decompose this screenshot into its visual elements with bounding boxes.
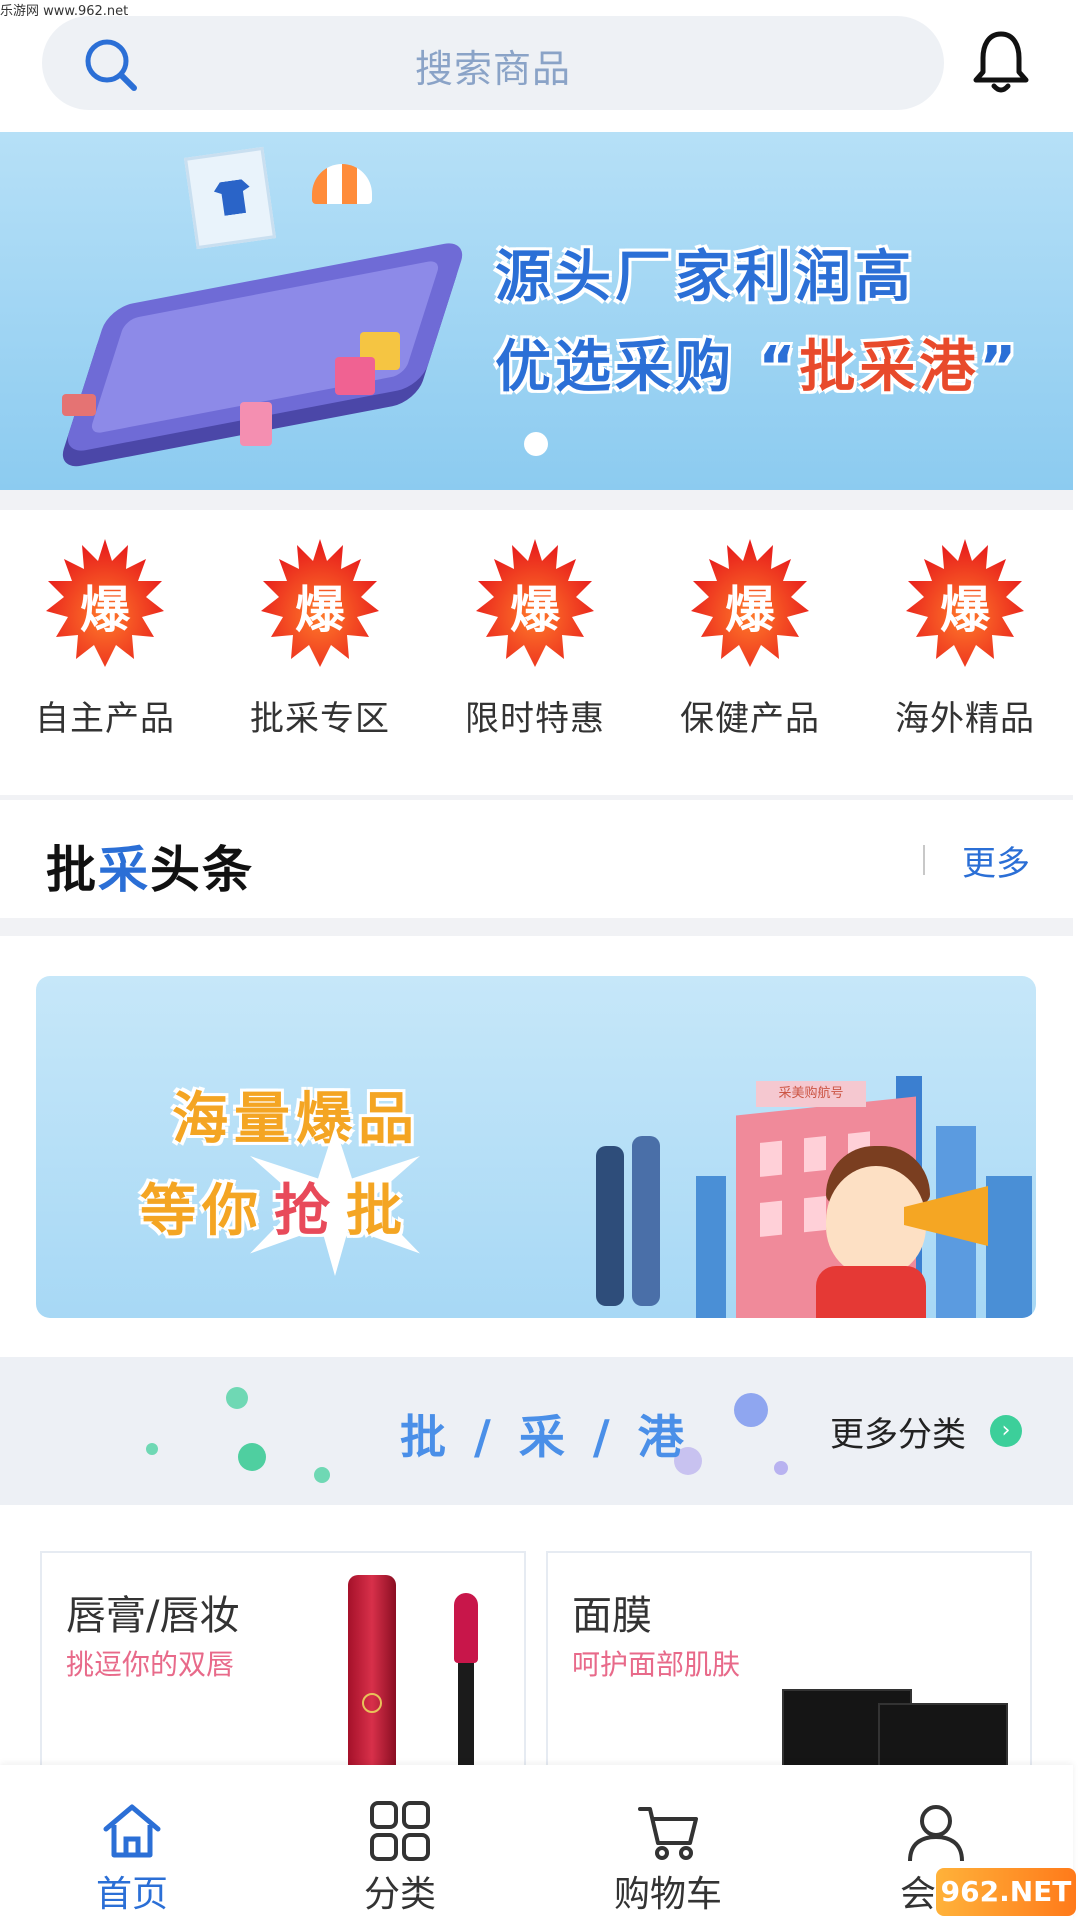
promo-banner-carousel[interactable]: 源头厂家利润高 优选采购 “批采港” — [0, 132, 1073, 490]
tab-label: 购物车 — [613, 1874, 722, 1915]
lip-gloss-tip — [454, 1593, 478, 1663]
banner2-text-part: 批 — [346, 1179, 408, 1244]
category-label: 自主产品 — [35, 699, 175, 739]
news-more-link[interactable]: 更多 — [962, 836, 1030, 885]
category-label: 限时特惠 — [465, 699, 605, 739]
category-item-wholesale-zone[interactable]: 爆 批采专区 — [235, 535, 405, 740]
svg-text:爆: 爆 — [725, 581, 776, 639]
svg-text:爆: 爆 — [940, 581, 991, 639]
tab-home[interactable]: 首页 — [32, 1765, 232, 1920]
home-icon — [103, 1804, 161, 1858]
carousel-indicator-dot[interactable] — [524, 432, 548, 456]
gift-box-graphic — [62, 394, 96, 416]
category-label: 海外精品 — [895, 699, 1035, 739]
product-card-face-mask[interactable]: 面膜 呵护面部肌肤 — [546, 1551, 1032, 1791]
hot-burst-icon: 爆 — [472, 535, 598, 673]
category-row: 爆 自主产品 爆 批采专区 爆 限时特惠 爆 保健产品 爆 海外精品 — [0, 510, 1073, 795]
shopper-figure — [632, 1136, 660, 1306]
svg-text:爆: 爆 — [510, 581, 561, 639]
product-card-subtitle: 挑逗你的双唇 — [66, 1648, 235, 1681]
decor-bubble — [774, 1461, 788, 1475]
category-item-health-products[interactable]: 爆 保健产品 — [665, 535, 835, 740]
banner-headline-2-prefix: 优选采购 “ — [495, 335, 800, 400]
watermark-text: 乐游网 www.962.net — [0, 4, 129, 19]
category-item-own-products[interactable]: 爆 自主产品 — [20, 535, 190, 740]
product-card-lipstick[interactable]: 唇膏/唇妆 挑逗你的双唇 — [40, 1551, 526, 1791]
top-header: 搜索商品 — [0, 0, 1080, 130]
banner-brand-highlight: 批采港 — [799, 335, 980, 400]
grid-icon — [370, 1801, 430, 1861]
hot-burst-icon: 爆 — [257, 535, 383, 673]
mascot-body — [816, 1266, 926, 1318]
divider-bar — [923, 845, 925, 875]
hot-burst-icon: 爆 — [42, 535, 168, 673]
brand-category-header: 批 / 采 / 港 更多分类 › — [0, 1357, 1073, 1505]
store-sign: 采美购航号 — [756, 1081, 866, 1107]
building-graphic — [696, 1176, 726, 1318]
category-item-overseas-goods[interactable]: 爆 海外精品 — [880, 535, 1050, 740]
banner-headline-2-suffix: ” — [979, 335, 1021, 400]
watermark-logo: 962.NET — [936, 1868, 1076, 1916]
search-bar[interactable]: 搜索商品 — [42, 16, 944, 110]
tab-label: 首页 — [95, 1874, 168, 1915]
svg-text:爆: 爆 — [295, 581, 346, 639]
user-icon — [908, 1805, 964, 1862]
cart-icon — [638, 1807, 698, 1860]
title-part: 批 — [46, 841, 98, 899]
gift-box-graphic — [240, 402, 272, 446]
shopper-figure — [596, 1146, 624, 1306]
gift-box-graphic — [335, 357, 375, 395]
product-category-cards: 唇膏/唇妆 挑逗你的双唇 面膜 呵护面部肌肤 — [0, 1505, 1073, 1791]
banner2-text-highlight: 抢 — [274, 1179, 336, 1244]
decor-bubble — [146, 1443, 158, 1455]
title-part-highlight: 采 — [98, 841, 150, 899]
hot-products-banner[interactable]: 采美购航号 海量爆品 等你抢批 — [36, 976, 1036, 1318]
category-label: 批采专区 — [250, 699, 390, 739]
banner2-text-part: 等你 — [140, 1179, 264, 1244]
chevron-right-icon[interactable]: › — [990, 1415, 1022, 1447]
section-divider — [0, 918, 1073, 936]
tab-cart[interactable]: 购物车 — [568, 1765, 768, 1920]
banner-headline-2: 优选采购 “批采港” — [495, 322, 1055, 403]
parachute-graphic — [312, 164, 372, 204]
product-card-title: 面膜 — [572, 1593, 652, 1639]
section-divider — [0, 490, 1073, 510]
decor-bubble — [238, 1443, 266, 1471]
hot-burst-icon: 爆 — [687, 535, 813, 673]
news-section-title: 批采头条 — [46, 830, 254, 902]
lipstick-image — [348, 1575, 396, 1785]
tab-label: 分类 — [363, 1874, 436, 1915]
decor-bubble — [226, 1387, 248, 1409]
product-card-title: 唇膏/唇妆 — [66, 1593, 240, 1639]
bottom-tab-bar: 首页 分类 购物车 会员 — [0, 1765, 1073, 1920]
shirt-card-graphic — [183, 146, 277, 250]
category-label: 保健产品 — [680, 699, 820, 739]
brand-title: 批 / 采 / 港 — [400, 1410, 690, 1464]
banner-headline-1: 源头厂家利润高 — [495, 245, 915, 310]
tab-category[interactable]: 分类 — [300, 1765, 500, 1920]
category-item-limited-deals[interactable]: 爆 限时特惠 — [450, 535, 620, 740]
title-part: 头条 — [150, 841, 254, 899]
search-placeholder[interactable]: 搜索商品 — [42, 38, 944, 93]
hot-burst-icon: 爆 — [902, 535, 1028, 673]
product-card-subtitle: 呵护面部肌肤 — [572, 1648, 741, 1681]
decor-bubble — [314, 1467, 330, 1483]
decor-bubble — [734, 1393, 768, 1427]
svg-text:爆: 爆 — [80, 581, 131, 639]
banner2-headline-1: 海量爆品 — [172, 1087, 420, 1152]
notification-bell-icon[interactable] — [970, 28, 1032, 98]
banner2-headline-2: 等你抢批 — [140, 1166, 408, 1247]
more-categories-link[interactable]: 更多分类 — [830, 1407, 966, 1456]
news-headline-bar: 批采头条 更多 — [0, 800, 1073, 918]
